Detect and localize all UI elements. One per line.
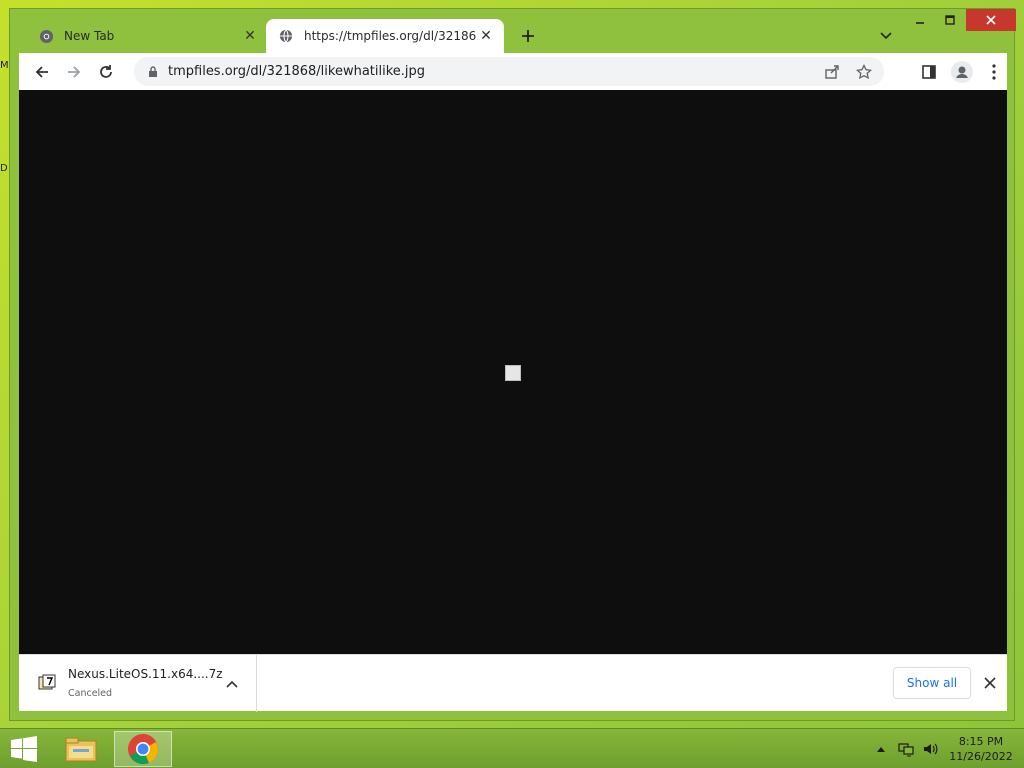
reload-icon [100, 65, 112, 78]
tab-title: https://tmpfiles.org/dl/321868/lik [304, 29, 476, 43]
network-icon[interactable] [896, 737, 916, 761]
minimize-button[interactable] [907, 9, 933, 31]
chrome-taskbar-button[interactable] [114, 731, 172, 767]
tab-title: New Tab [64, 29, 115, 43]
show-hidden-icons-button[interactable] [872, 737, 890, 761]
close-window-button[interactable] [966, 9, 1016, 31]
side-panel-button[interactable] [916, 59, 942, 85]
profile-button[interactable] [949, 59, 975, 85]
side-panel-icon [922, 65, 936, 79]
tab-active[interactable]: https://tmpfiles.org/dl/321868/lik ✕ [266, 19, 504, 53]
bookmark-star-icon[interactable] [852, 60, 876, 84]
clock-date: 11/26/2022 [949, 750, 1013, 763]
reload-button[interactable] [93, 59, 119, 85]
download-shelf: Nexus.LiteOS.11.x64....7z Canceled Show … [19, 654, 1007, 712]
volume-icon[interactable] [920, 737, 940, 761]
browser-window: New Tab ✕ https://tmpfiles.org/dl/321868… [9, 8, 1016, 721]
desktop-edge-glyph: D [0, 163, 8, 174]
close-icon [984, 677, 996, 689]
show-all-button[interactable]: Show all [893, 667, 971, 699]
arrow-right-icon [68, 66, 81, 78]
maximize-icon [945, 15, 955, 25]
folder-icon [65, 737, 97, 762]
arrow-left-icon [35, 66, 48, 78]
maximize-button[interactable] [937, 9, 963, 31]
url-text: tmpfiles.org/dl/321868/likewhatilike.jpg [168, 64, 426, 79]
clock-time: 8:15 PM [958, 735, 1004, 748]
start-button[interactable] [8, 735, 40, 763]
download-options-button[interactable] [221, 673, 243, 695]
back-button[interactable] [29, 59, 55, 85]
windows-logo-icon [11, 736, 37, 762]
tab-search-button[interactable] [876, 25, 896, 47]
chevron-up-icon [877, 747, 885, 752]
tab-close-icon[interactable]: ✕ [240, 26, 260, 46]
tab-new-tab[interactable]: New Tab ✕ [26, 19, 268, 53]
image-viewport [19, 90, 1007, 654]
plus-icon [522, 30, 534, 42]
new-tab-button[interactable] [516, 24, 540, 48]
share-icon[interactable] [820, 60, 844, 84]
file-explorer-button[interactable] [52, 731, 110, 767]
chrome-icon [38, 28, 54, 44]
minimize-icon [916, 22, 924, 24]
chevron-up-icon [226, 680, 238, 688]
menu-button[interactable] [981, 59, 1007, 85]
kebab-menu-icon [992, 64, 996, 80]
system-clock[interactable]: 8:15 PM 11/26/2022 [948, 734, 1014, 764]
lock-icon [146, 65, 160, 79]
download-status: Canceled [68, 688, 113, 699]
archive-file-icon [38, 674, 56, 692]
chrome-icon [128, 734, 158, 765]
desktop-edge-glyph: M [0, 60, 9, 71]
download-file-name: Nexus.LiteOS.11.x64....7z [68, 667, 223, 681]
address-bar[interactable]: tmpfiles.org/dl/321868/likewhatilike.jpg [134, 57, 884, 86]
tab-close-icon[interactable]: ✕ [476, 26, 496, 46]
broken-image-icon [505, 365, 521, 381]
chevron-down-icon [880, 32, 892, 40]
profile-icon [951, 61, 973, 83]
download-item[interactable]: Nexus.LiteOS.11.x64....7z Canceled [19, 655, 257, 712]
globe-icon [278, 28, 294, 44]
forward-button[interactable] [61, 59, 87, 85]
taskbar: 8:15 PM 11/26/2022 [0, 728, 1024, 768]
close-download-shelf-button[interactable] [979, 672, 1001, 694]
browser-toolbar: tmpfiles.org/dl/321868/likewhatilike.jpg [19, 53, 1007, 90]
close-icon [986, 15, 996, 25]
